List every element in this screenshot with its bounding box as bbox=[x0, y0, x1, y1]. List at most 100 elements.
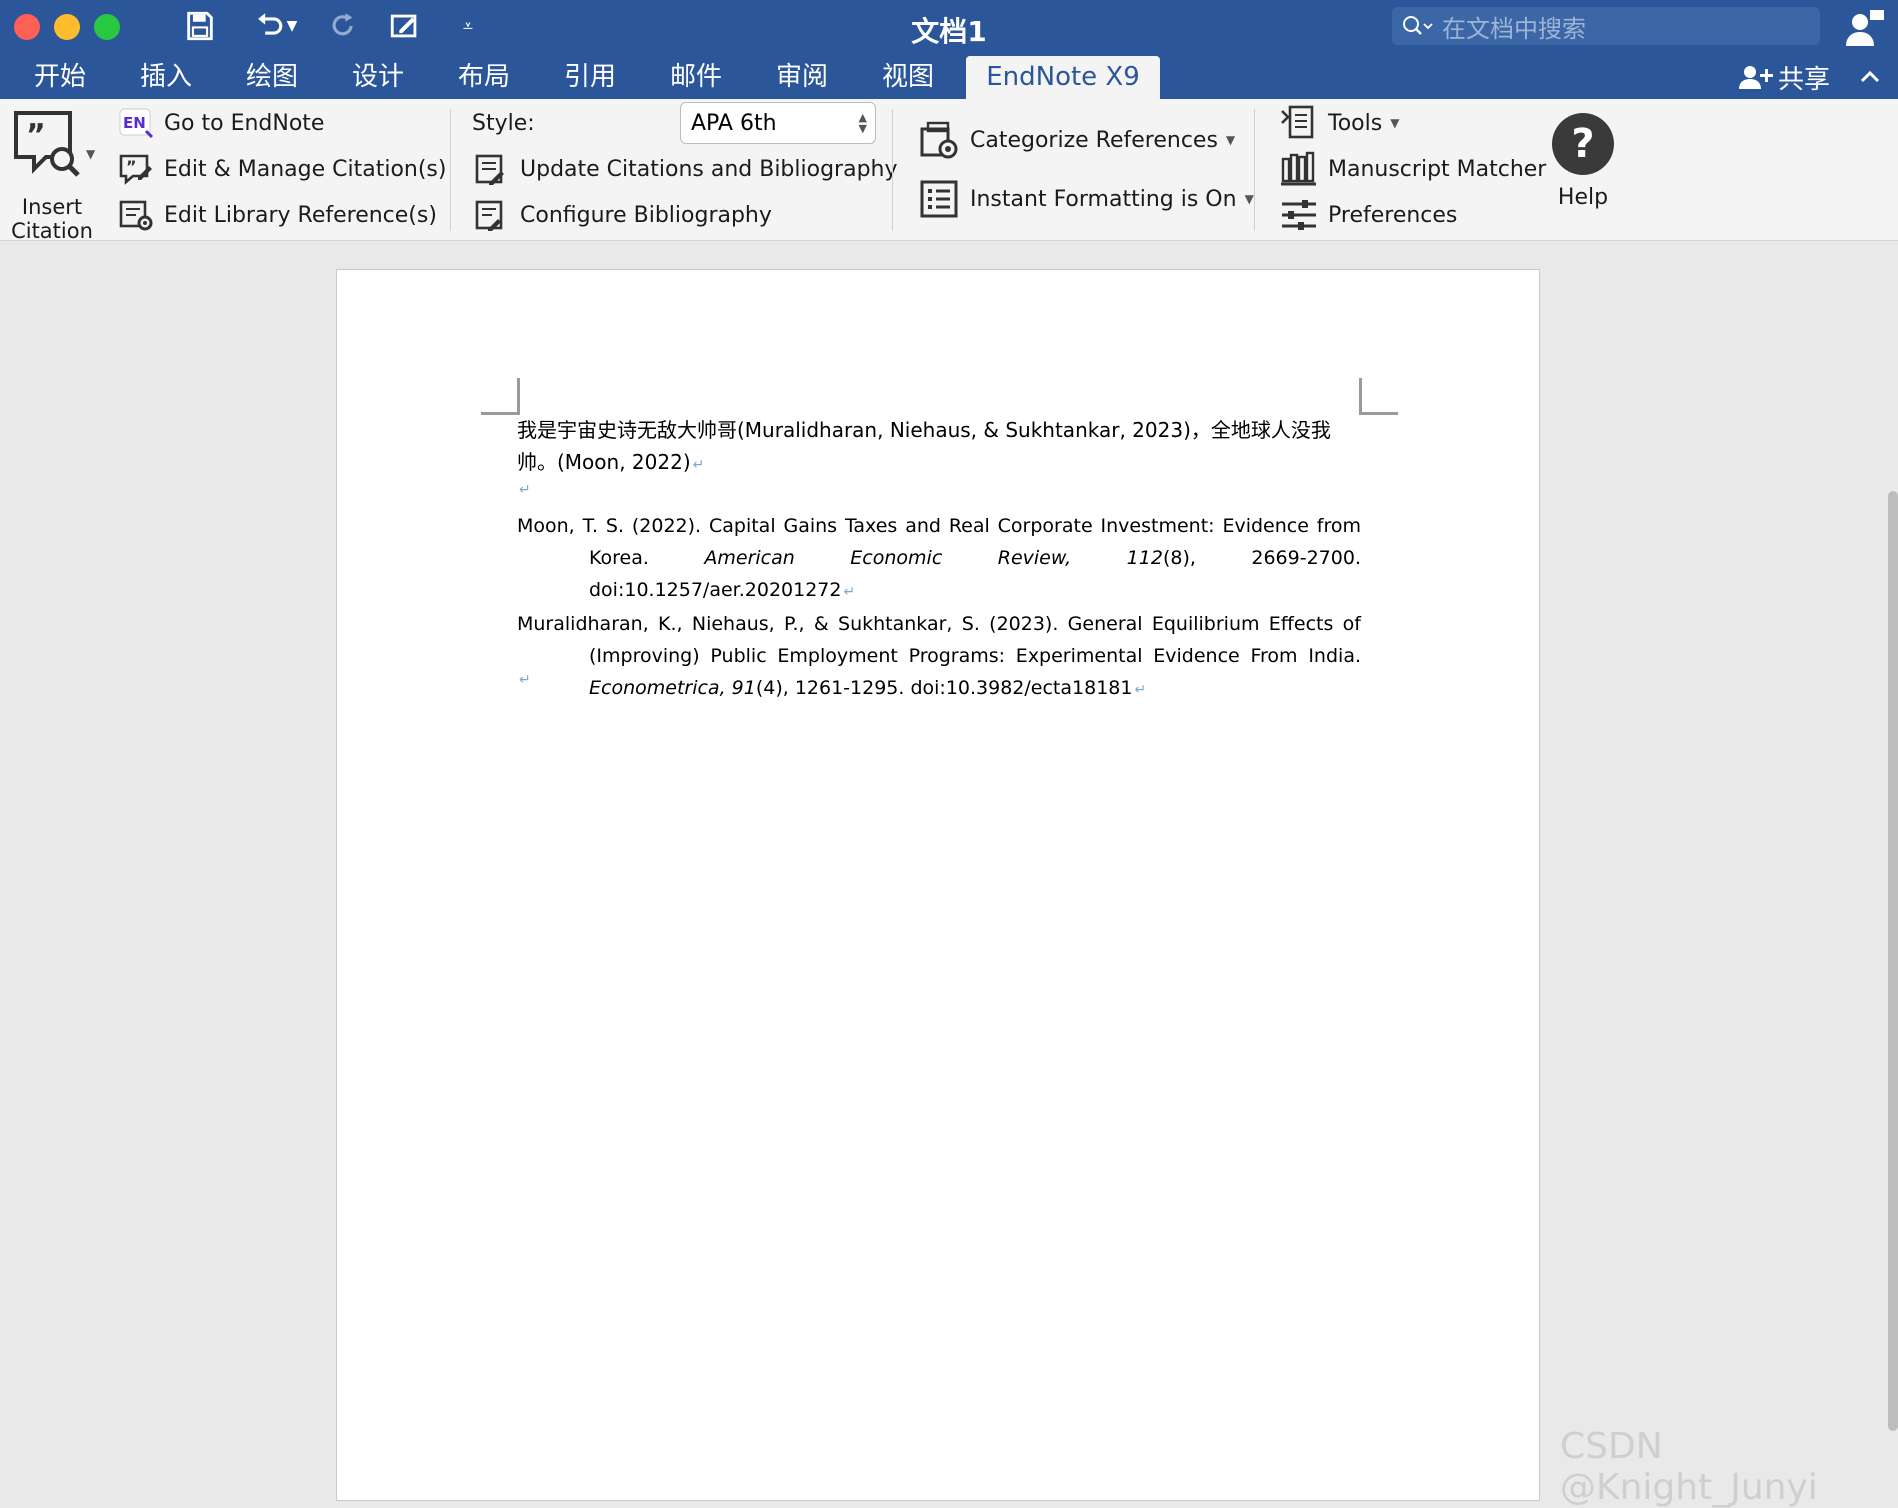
chevron-up-icon bbox=[1860, 70, 1880, 83]
preferences-button[interactable]: Preferences bbox=[1280, 197, 1457, 233]
go-to-endnote-button[interactable]: EN Go to EndNote bbox=[118, 107, 324, 139]
tools-icon bbox=[1281, 105, 1314, 139]
configure-bibliography-label: Configure Bibliography bbox=[520, 202, 772, 228]
insert-citation-label-line1: Insert bbox=[21, 195, 83, 219]
add-person-icon bbox=[1739, 66, 1773, 89]
svg-text:”: ” bbox=[126, 157, 137, 176]
style-label: Style: bbox=[472, 110, 535, 136]
preferences-label: Preferences bbox=[1328, 202, 1458, 228]
insert-citation-button[interactable]: ” ▼ Insert Citation bbox=[8, 109, 100, 243]
search-box[interactable]: 在文档中搜索 bbox=[1392, 7, 1820, 45]
paragraph-mark: ↵ bbox=[692, 457, 705, 473]
tools-label: Tools bbox=[1328, 110, 1383, 136]
tab-references[interactable]: 引用 bbox=[552, 55, 628, 99]
ribbon-separator bbox=[450, 109, 451, 231]
edit-library-icon bbox=[119, 200, 153, 231]
tab-review[interactable]: 审阅 bbox=[764, 55, 840, 99]
undo-icon[interactable]: ▼ bbox=[244, 8, 304, 44]
style-select[interactable]: APA 6th ▲ ▼ bbox=[680, 102, 876, 144]
account-icon[interactable] bbox=[1846, 8, 1886, 48]
svg-text:”: ” bbox=[26, 118, 46, 153]
tab-design[interactable]: 设计 bbox=[340, 55, 416, 99]
maximize-window-button[interactable] bbox=[94, 14, 120, 40]
manuscript-matcher-button[interactable]: Manuscript Matcher bbox=[1280, 151, 1546, 187]
margin-corner-mark bbox=[1359, 378, 1398, 415]
tab-insert[interactable]: 插入 bbox=[128, 55, 204, 99]
body-paragraph[interactable]: 我是宇宙史诗无敌大帅哥(Muralidharan, Niehaus, & Suk… bbox=[517, 414, 1361, 481]
empty-paragraph[interactable]: ↵ bbox=[517, 668, 1361, 692]
vertical-scrollbar[interactable] bbox=[1888, 491, 1898, 1431]
edit-library-references-label: Edit Library Reference(s) bbox=[164, 202, 437, 228]
instant-formatting-label: Instant Formatting is On bbox=[970, 186, 1237, 212]
empty-paragraph[interactable]: ↵ bbox=[517, 478, 1361, 502]
watermark: CSDN @Knight_Junyi bbox=[1560, 1426, 1818, 1508]
ribbon-separator bbox=[1254, 109, 1255, 231]
tab-home[interactable]: 开始 bbox=[22, 55, 98, 99]
manuscript-matcher-label: Manuscript Matcher bbox=[1328, 156, 1547, 182]
manuscript-matcher-icon bbox=[1281, 151, 1316, 186]
update-citations-label: Update Citations and Bibliography bbox=[520, 156, 898, 182]
search-icon bbox=[1403, 16, 1433, 35]
undo-dropdown-icon[interactable]: ▼ bbox=[287, 18, 298, 34]
help-label: Help bbox=[1557, 185, 1609, 210]
ribbon-tabs: 开始 插入 绘图 设计 布局 引用 邮件 审阅 视图 EndNote X9 共享 bbox=[0, 55, 1898, 99]
insert-citation-label-line2: Citation bbox=[11, 219, 93, 243]
title-bar: ▼ ⩡ 文档1 在文档中搜索 开始 插入 绘图 设计 布局 引用 邮件 审阅 视… bbox=[0, 0, 1898, 99]
insert-citation-dropdown-icon[interactable]: ▼ bbox=[86, 147, 95, 161]
configure-bibliography-icon bbox=[475, 200, 503, 231]
edit-citation-icon: ” bbox=[119, 154, 152, 185]
svg-text:?: ? bbox=[1571, 121, 1594, 167]
svg-text:EN: EN bbox=[123, 114, 146, 132]
tab-draw[interactable]: 绘图 bbox=[234, 55, 310, 99]
ref-text: Muralidharan, K., Niehaus, P., & Sukhtan… bbox=[517, 613, 1361, 667]
close-window-button[interactable] bbox=[14, 14, 40, 40]
document-canvas[interactable]: 我是宇宙史诗无敌大帅哥(Muralidharan, Niehaus, & Suk… bbox=[0, 241, 1898, 1501]
edit-document-icon[interactable] bbox=[382, 8, 428, 44]
style-select-value: APA 6th bbox=[691, 110, 777, 136]
endnote-logo-icon: EN bbox=[119, 108, 154, 139]
stepper-arrows-icon: ▲ ▼ bbox=[858, 111, 867, 135]
margin-corner-mark bbox=[481, 378, 520, 415]
paragraph-mark: ↵ bbox=[519, 672, 531, 688]
tab-layout[interactable]: 布局 bbox=[446, 55, 522, 99]
configure-bibliography-button[interactable]: Configure Bibliography bbox=[474, 199, 772, 231]
bibliography-entry[interactable]: Moon, T. S. (2022). Capital Gains Taxes … bbox=[517, 510, 1361, 608]
edit-library-references-button[interactable]: Edit Library Reference(s) bbox=[118, 199, 437, 231]
redo-icon[interactable] bbox=[324, 8, 364, 44]
update-citations-button[interactable]: Update Citations and Bibliography bbox=[474, 153, 898, 185]
minimize-window-button[interactable] bbox=[54, 14, 80, 40]
tools-button[interactable]: Tools ▼ bbox=[1280, 105, 1399, 141]
tab-view[interactable]: 视图 bbox=[870, 55, 946, 99]
insert-citation-icon: ” bbox=[14, 111, 80, 177]
ref-journal: American Economic Review, 112 bbox=[704, 547, 1163, 569]
categorize-references-icon bbox=[920, 121, 958, 159]
customize-toolbar-icon[interactable]: ⩡ bbox=[456, 8, 480, 44]
share-button[interactable]: 共享 bbox=[1738, 55, 1830, 99]
document-page[interactable]: 我是宇宙史诗无敌大帅哥(Muralidharan, Niehaus, & Suk… bbox=[336, 269, 1540, 1501]
categorize-references-button[interactable]: Categorize References ▼ bbox=[918, 119, 1235, 161]
instant-formatting-button[interactable]: Instant Formatting is On ▼ bbox=[918, 177, 1254, 221]
save-icon[interactable] bbox=[180, 8, 220, 44]
tab-endnote[interactable]: EndNote X9 bbox=[966, 56, 1160, 99]
ribbon-separator bbox=[892, 109, 893, 231]
paragraph-text: 我是宇宙史诗无敌大帅哥(Muralidharan, Niehaus, & Suk… bbox=[517, 418, 1331, 474]
update-citations-icon bbox=[475, 154, 504, 185]
sliders-icon bbox=[1282, 200, 1316, 230]
help-button[interactable]: ? Help bbox=[1546, 111, 1620, 231]
search-placeholder: 在文档中搜索 bbox=[1442, 14, 1586, 43]
categorize-references-label: Categorize References bbox=[970, 127, 1218, 153]
go-to-endnote-label: Go to EndNote bbox=[164, 110, 325, 136]
edit-manage-citations-button[interactable]: ” Edit & Manage Citation(s) bbox=[118, 153, 446, 185]
tab-mailings[interactable]: 邮件 bbox=[658, 55, 734, 99]
question-mark-icon: ? bbox=[1552, 113, 1614, 175]
paragraph-mark: ↵ bbox=[519, 482, 531, 498]
share-label: 共享 bbox=[1778, 64, 1831, 95]
categorize-dropdown-icon: ▼ bbox=[1225, 133, 1236, 147]
paragraph-mark: ↵ bbox=[843, 584, 856, 600]
edit-manage-citations-label: Edit & Manage Citation(s) bbox=[164, 156, 447, 182]
collapse-ribbon-button[interactable] bbox=[1858, 55, 1882, 99]
tools-dropdown-icon: ▼ bbox=[1390, 116, 1400, 130]
instant-formatting-icon bbox=[920, 180, 958, 218]
instant-formatting-dropdown-icon: ▼ bbox=[1244, 192, 1254, 206]
endnote-ribbon: ” ▼ Insert Citation EN Go to EndNote ” E… bbox=[0, 99, 1898, 243]
